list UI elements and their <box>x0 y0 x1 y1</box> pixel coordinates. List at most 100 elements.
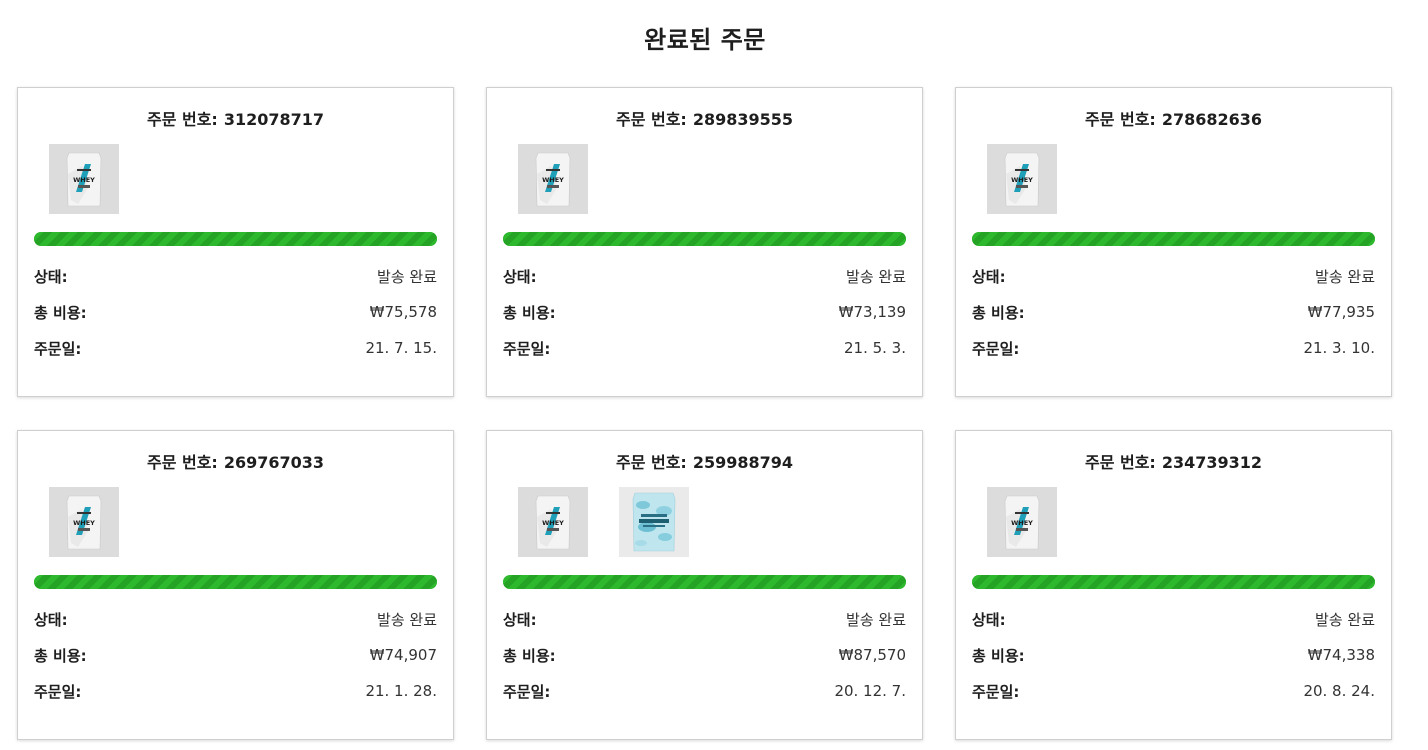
order-number-label: 주문 번호: <box>615 453 687 472</box>
order-card-278682636[interactable]: 주문 번호: 278682636 WHEY 상태: 발송 완료 총 비용: ₩77… <box>955 87 1392 397</box>
order-number-label: 주문 번호: <box>146 453 218 472</box>
order-number-heading: 주문 번호: 278682636 <box>972 106 1375 129</box>
total-value: ₩75,578 <box>369 303 437 321</box>
page-title: 완료된 주문 <box>644 26 766 54</box>
order-progress-bar <box>503 575 906 589</box>
status-value: 발송 완료 <box>1315 610 1375 629</box>
order-number-value: 289839555 <box>692 110 794 129</box>
status-row: 상태: 발송 완료 <box>972 601 1375 637</box>
order-card-312078717[interactable]: 주문 번호: 312078717 WHEY 상태: 발송 완료 총 비용: ₩75… <box>17 87 454 397</box>
total-value: ₩73,139 <box>838 303 906 321</box>
product-thumbnails: WHEY <box>34 144 437 214</box>
order-number-heading: 주문 번호: 259988794 <box>503 449 906 472</box>
total-label: 총 비용: <box>34 303 87 322</box>
svg-text:WHEY: WHEY <box>1011 176 1033 184</box>
whey-protein-pouch-icon[interactable]: WHEY <box>518 487 588 557</box>
total-row: 총 비용: ₩74,907 <box>34 637 437 673</box>
status-label: 상태: <box>34 267 68 286</box>
order-card-259988794[interactable]: 주문 번호: 259988794 WHEY 상태: 발송 완료 총 비용: ₩87… <box>486 430 923 740</box>
order-number-heading: 주문 번호: 234739312 <box>972 449 1375 472</box>
date-row: 주문일: 21. 5. 3. <box>503 330 906 366</box>
order-progress-bar <box>972 575 1375 589</box>
date-row: 주문일: 20. 8. 24. <box>972 673 1375 709</box>
date-value: 20. 8. 24. <box>1303 682 1375 700</box>
orders-grid: 주문 번호: 312078717 WHEY 상태: 발송 완료 총 비용: ₩75… <box>17 87 1392 740</box>
order-number-heading: 주문 번호: 312078717 <box>34 106 437 129</box>
status-value: 발송 완료 <box>1315 267 1375 286</box>
total-value: ₩74,338 <box>1307 646 1375 664</box>
date-label: 주문일: <box>34 682 82 701</box>
svg-text:WHEY: WHEY <box>73 176 95 184</box>
date-row: 주문일: 21. 1. 28. <box>34 673 437 709</box>
product-thumbnails: WHEY <box>972 144 1375 214</box>
total-label: 총 비용: <box>503 646 556 665</box>
status-value: 발송 완료 <box>846 610 906 629</box>
date-value: 20. 12. 7. <box>834 682 906 700</box>
status-label: 상태: <box>503 267 537 286</box>
order-number-heading: 주문 번호: 289839555 <box>503 106 906 129</box>
order-progress-fill <box>972 575 1375 589</box>
date-row: 주문일: 20. 12. 7. <box>503 673 906 709</box>
order-number-label: 주문 번호: <box>1084 453 1156 472</box>
total-value: ₩74,907 <box>369 646 437 664</box>
order-progress-bar <box>34 575 437 589</box>
order-card-269767033[interactable]: 주문 번호: 269767033 WHEY 상태: 발송 완료 총 비용: ₩74… <box>17 430 454 740</box>
total-value: ₩87,570 <box>838 646 906 664</box>
date-row: 주문일: 21. 3. 10. <box>972 330 1375 366</box>
status-value: 발송 완료 <box>377 267 437 286</box>
svg-text:WHEY: WHEY <box>542 176 564 184</box>
date-value: 21. 5. 3. <box>843 339 906 357</box>
order-progress-bar <box>503 232 906 246</box>
total-label: 총 비용: <box>972 646 1025 665</box>
whey-protein-pouch-icon[interactable]: WHEY <box>987 144 1057 214</box>
product-thumbnails: WHEY <box>503 144 906 214</box>
total-label: 총 비용: <box>503 303 556 322</box>
order-number-value: 278682636 <box>1161 110 1263 129</box>
svg-text:WHEY: WHEY <box>1011 519 1033 527</box>
order-number-label: 주문 번호: <box>1084 110 1156 129</box>
total-row: 총 비용: ₩77,935 <box>972 294 1375 330</box>
total-row: 총 비용: ₩87,570 <box>503 637 906 673</box>
date-label: 주문일: <box>503 339 551 358</box>
total-row: 총 비용: ₩73,139 <box>503 294 906 330</box>
status-label: 상태: <box>972 267 1006 286</box>
svg-text:WHEY: WHEY <box>542 519 564 527</box>
total-row: 총 비용: ₩74,338 <box>972 637 1375 673</box>
date-label: 주문일: <box>34 339 82 358</box>
product-thumbnails: WHEY <box>34 487 437 557</box>
whey-protein-pouch-icon[interactable]: WHEY <box>987 487 1057 557</box>
order-progress-fill <box>503 575 906 589</box>
product-thumbnails: WHEY <box>503 487 906 557</box>
order-progress-fill <box>34 575 437 589</box>
order-number-label: 주문 번호: <box>615 110 687 129</box>
order-progress-bar <box>972 232 1375 246</box>
order-number-value: 234739312 <box>1161 453 1263 472</box>
order-number-value: 259988794 <box>692 453 794 472</box>
order-card-289839555[interactable]: 주문 번호: 289839555 WHEY 상태: 발송 완료 총 비용: ₩73… <box>486 87 923 397</box>
camo-whey-pouch-icon[interactable] <box>619 487 689 557</box>
status-row: 상태: 발송 완료 <box>34 601 437 637</box>
whey-protein-pouch-icon[interactable]: WHEY <box>518 144 588 214</box>
status-row: 상태: 발송 완료 <box>503 601 906 637</box>
total-value: ₩77,935 <box>1307 303 1375 321</box>
date-label: 주문일: <box>972 339 1020 358</box>
status-label: 상태: <box>503 610 537 629</box>
status-row: 상태: 발송 완료 <box>972 258 1375 294</box>
order-number-label: 주문 번호: <box>146 110 218 129</box>
order-progress-fill <box>34 232 437 246</box>
date-label: 주문일: <box>503 682 551 701</box>
date-value: 21. 3. 10. <box>1303 339 1375 357</box>
order-card-234739312[interactable]: 주문 번호: 234739312 WHEY 상태: 발송 완료 총 비용: ₩74… <box>955 430 1392 740</box>
order-progress-fill <box>503 232 906 246</box>
whey-protein-pouch-icon[interactable]: WHEY <box>49 144 119 214</box>
total-row: 총 비용: ₩75,578 <box>34 294 437 330</box>
status-value: 발송 완료 <box>846 267 906 286</box>
order-number-value: 269767033 <box>223 453 325 472</box>
status-row: 상태: 발송 완료 <box>503 258 906 294</box>
svg-text:WHEY: WHEY <box>73 519 95 527</box>
date-row: 주문일: 21. 7. 15. <box>34 330 437 366</box>
date-value: 21. 1. 28. <box>365 682 437 700</box>
whey-protein-pouch-icon[interactable]: WHEY <box>49 487 119 557</box>
order-progress-fill <box>972 232 1375 246</box>
status-label: 상태: <box>972 610 1006 629</box>
